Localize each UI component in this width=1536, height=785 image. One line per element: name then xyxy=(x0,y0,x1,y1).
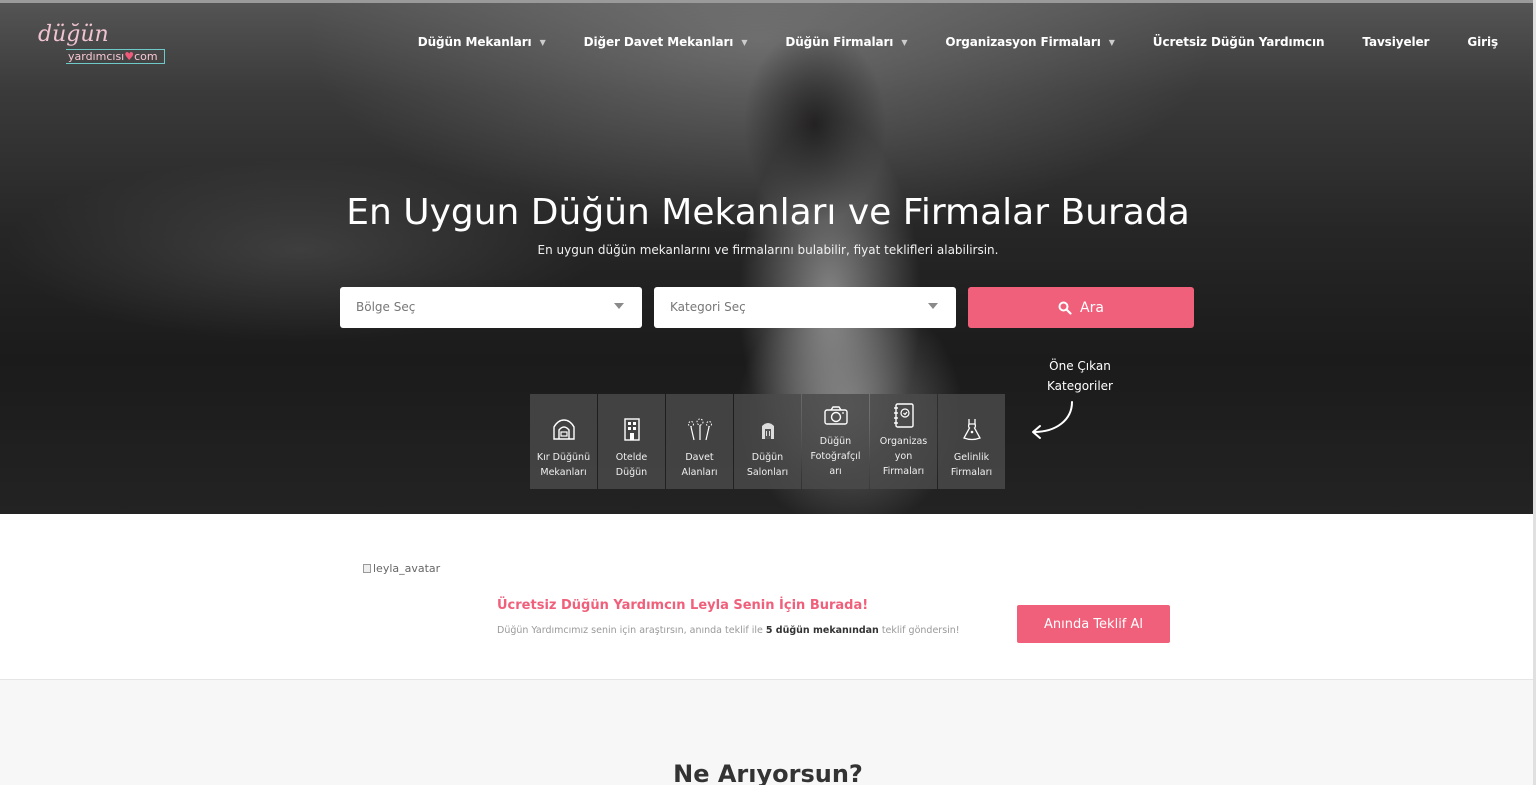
hall-icon xyxy=(760,416,776,442)
label-line: Düğün xyxy=(751,452,784,463)
label-line: yon xyxy=(894,451,913,462)
get-quote-button[interactable]: Anında Teklif Al xyxy=(1017,605,1170,643)
chevron-down-icon xyxy=(928,303,938,309)
chevron-down-icon: ▼ xyxy=(741,37,748,47)
label-line: arı xyxy=(829,466,842,477)
label-line: Kır Düğünü xyxy=(536,452,591,463)
site-logo[interactable]: düğün yardımcısı♥com xyxy=(38,22,178,70)
nav-dugun-mekanlari[interactable]: Düğün Mekanları ▼ xyxy=(418,35,546,49)
chevron-down-icon: ▼ xyxy=(539,37,546,47)
nav-dugun-firmalari[interactable]: Düğün Firmaları ▼ xyxy=(785,35,907,49)
nav-label: Tavsiyeler xyxy=(1362,35,1430,49)
hotel-icon xyxy=(623,416,641,442)
label-line: Düğün xyxy=(819,436,852,447)
top-border xyxy=(0,0,1536,3)
label-line: Firmaları xyxy=(882,466,925,477)
hero-subtitle: En uygun düğün mekanlarını ve firmaların… xyxy=(537,243,999,257)
category-select[interactable]: Kategori Seç xyxy=(654,287,956,328)
category-label: Gelinlik Firmaları xyxy=(948,450,995,480)
tent-icon xyxy=(552,416,576,442)
label-line: Fotoğrafçıl xyxy=(810,451,861,462)
nav-giris[interactable]: Giriş xyxy=(1467,35,1498,49)
nav-label: Giriş xyxy=(1467,35,1498,49)
logo-word-yardimcisi: yardımcısı♥com xyxy=(66,49,165,64)
category-dugun-salonlari[interactable]: Düğün Salonları xyxy=(734,394,801,489)
hero-title: En Uygun Düğün Mekanları ve Firmalar Bur… xyxy=(346,192,1190,233)
logo-heart-icon: ♥ xyxy=(124,50,135,63)
banner-desc-before: Düğün Yardımcımız senin için araştırsın,… xyxy=(497,625,766,636)
category-label: Otelde Düğün xyxy=(613,450,651,480)
broken-image-icon xyxy=(363,564,371,573)
nav-tavsiyeler[interactable]: Tavsiyeler xyxy=(1362,35,1429,49)
chevron-down-icon xyxy=(614,303,624,309)
main-nav: Düğün Mekanları ▼ Diğer Davet Mekanları ▼ … xyxy=(380,35,1498,49)
category-kir-dugunu[interactable]: Kır Düğünü Mekanları xyxy=(530,394,597,489)
label-line: Gelinlik xyxy=(953,452,990,463)
search-icon xyxy=(1058,301,1072,315)
banner-desc-bold: 5 düğün mekanından xyxy=(765,625,879,636)
banner-title: Ücretsiz Düğün Yardımcın Leyla Senin İçi… xyxy=(497,598,869,613)
category-gelinlik-firmalari[interactable]: Gelinlik Firmaları xyxy=(938,394,1005,489)
planner-icon xyxy=(893,402,915,428)
chevron-down-icon: ▼ xyxy=(901,37,908,47)
nav-label: Düğün Mekanları xyxy=(417,35,532,49)
search-button-label: Ara xyxy=(1080,299,1104,316)
logo-word-dugun: düğün xyxy=(38,22,109,47)
nav-label: Diğer Davet Mekanları xyxy=(583,35,734,49)
nav-label: Düğün Firmaları xyxy=(785,35,894,49)
fireworks-icon xyxy=(687,416,713,442)
chevron-down-icon: ▼ xyxy=(1108,37,1115,47)
category-otelde-dugun[interactable]: Otelde Düğün xyxy=(598,394,665,489)
avatar: leyla_avatar xyxy=(363,562,440,575)
featured-categories-label: Öne Çıkan Kategoriler xyxy=(1035,356,1125,396)
category-organizasyon-firmalari[interactable]: Organizas yon Firmaları xyxy=(870,394,937,489)
label-line: Mekanları xyxy=(540,467,587,478)
category-label: Düğün Fotoğrafçıl arı xyxy=(807,434,863,479)
nav-organizasyon-firmalari[interactable]: Organizasyon Firmaları ▼ xyxy=(945,35,1115,49)
label-line: Firmaları xyxy=(950,467,993,478)
category-label: Düğün Salonları xyxy=(744,450,791,480)
label-line: Salonları xyxy=(746,467,789,478)
label-line: Davet xyxy=(685,452,714,463)
nav-ucretsiz-dugun-yardimcin[interactable]: Ücretsiz Düğün Yardımcın xyxy=(1153,35,1325,49)
logo-yardimcisi-text: yardımcısı xyxy=(68,50,125,63)
label-line: Düğün xyxy=(615,467,648,478)
category-dugun-fotografcilari[interactable]: Düğün Fotoğrafçıl arı xyxy=(802,394,869,489)
region-select-placeholder: Bölge Seç xyxy=(356,300,416,314)
region-select[interactable]: Bölge Seç xyxy=(340,287,642,328)
featured-label-line2: Kategoriler xyxy=(1047,379,1113,393)
banner-desc-after: teklif göndersin! xyxy=(878,625,960,636)
category-label: Kır Düğünü Mekanları xyxy=(534,450,593,480)
avatar-alt-text: leyla_avatar xyxy=(373,562,441,575)
section-title: Ne Arıyorsun? xyxy=(673,760,863,785)
label-line: Otelde xyxy=(615,452,648,463)
logo-tld-text: com xyxy=(134,50,158,63)
nav-label: Ücretsiz Düğün Yardımcın xyxy=(1152,35,1325,49)
camera-icon xyxy=(823,402,849,428)
featured-label-line1: Öne Çıkan xyxy=(1049,359,1111,373)
category-label: Organizas yon Firmaları xyxy=(877,434,931,479)
search-button[interactable]: Ara xyxy=(968,287,1194,328)
category-davet-alanlari[interactable]: Davet Alanları xyxy=(666,394,733,489)
label-line: Alanları xyxy=(681,467,718,478)
category-label: Davet Alanları xyxy=(679,450,721,480)
hero-section: düğün yardımcısı♥com Düğün Mekanları ▼ Di… xyxy=(0,0,1536,514)
banner-description: Düğün Yardımcımız senin için araştırsın,… xyxy=(497,625,960,636)
nav-label: Organizasyon Firmaları xyxy=(945,35,1101,49)
assistant-banner: leyla_avatar Ücretsiz Düğün Yardımcın Le… xyxy=(0,514,1536,680)
label-line: Organizas xyxy=(879,436,928,447)
curved-arrow-icon xyxy=(1032,401,1073,439)
dress-icon xyxy=(960,416,984,442)
featured-categories: Kır Düğünü Mekanları Otelde Düğün Davet Ala… xyxy=(530,394,1005,489)
category-select-placeholder: Kategori Seç xyxy=(670,300,746,314)
nav-diger-davet-mekanlari[interactable]: Diğer Davet Mekanları ▼ xyxy=(584,35,748,49)
